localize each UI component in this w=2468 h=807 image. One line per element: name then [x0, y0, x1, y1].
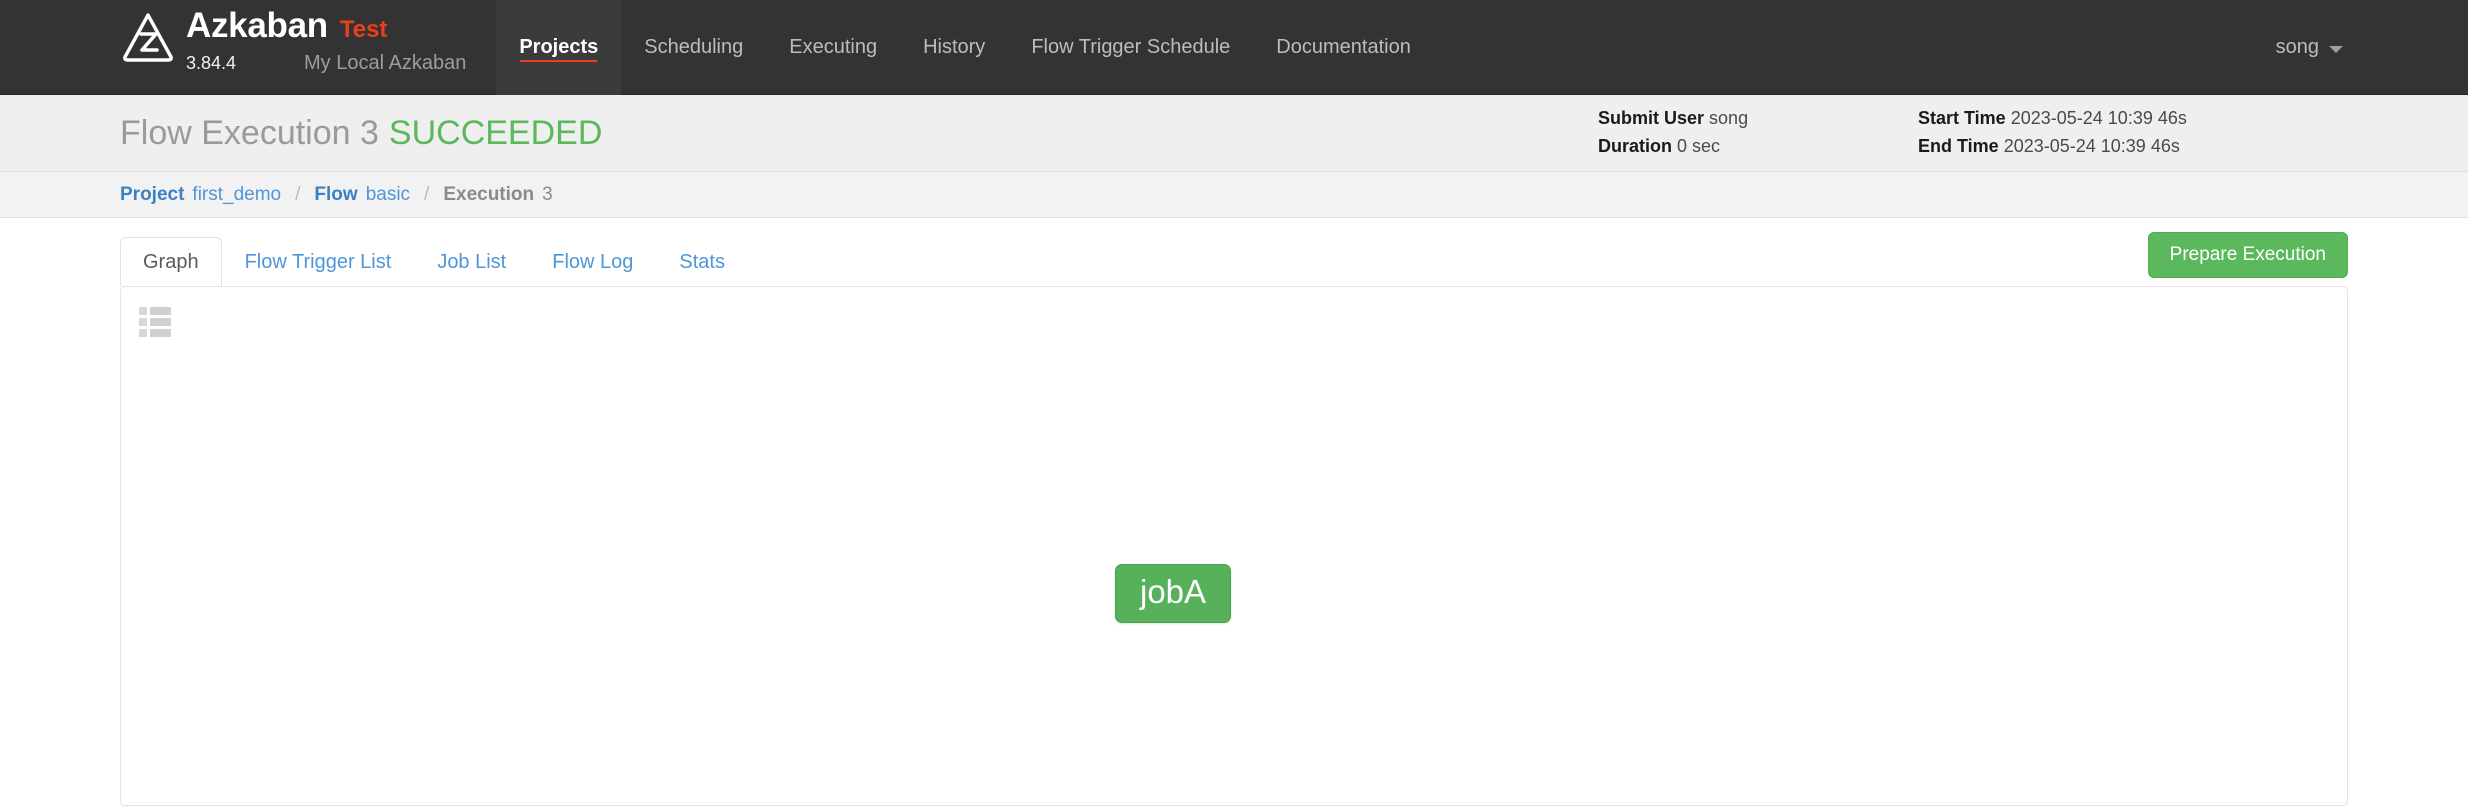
- list-menu-icon-square: [139, 318, 147, 326]
- meta-label: Start Time: [1918, 108, 2006, 129]
- meta-submit-user: Submit User song: [1598, 105, 1918, 133]
- meta-label: End Time: [1918, 136, 1999, 156]
- chevron-down-icon: [2329, 45, 2343, 53]
- breadcrumb-separator: /: [295, 183, 301, 205]
- status-badge: SUCCEEDED: [388, 113, 603, 152]
- nav-item-label: Flow Trigger Schedule: [1031, 36, 1231, 58]
- tab-label: Stats: [679, 251, 725, 273]
- navbar-right: song: [2276, 0, 2468, 95]
- graph-node-joba[interactable]: jobA: [1115, 564, 1232, 624]
- brand-version: 3.84.4: [186, 53, 237, 73]
- breadcrumb-value: first_demo: [192, 183, 282, 205]
- breadcrumb-value: 3: [542, 183, 553, 205]
- brand-environment: Test: [339, 16, 388, 43]
- breadcrumb-value: basic: [365, 183, 411, 205]
- list-menu-icon[interactable]: [139, 307, 171, 337]
- execution-header: Flow Execution 3 SUCCEEDED Submit User so…: [0, 95, 2468, 172]
- top-navbar: Azkaban Test 3.84.4 My Local Azkaban Pro…: [0, 0, 2468, 95]
- list-menu-icon-row: [139, 318, 171, 326]
- brand-subtitle: My Local Azkaban: [304, 52, 467, 74]
- nav-item-history[interactable]: History: [900, 0, 1008, 95]
- meta-end-time: End Time 2023-05-24 10:39 46s: [1918, 133, 2348, 161]
- tab-label: Graph: [143, 251, 199, 273]
- user-menu[interactable]: song: [2276, 36, 2343, 59]
- list-menu-icon-row: [139, 307, 171, 315]
- execution-meta: Submit User song Duration 0 sec Start Ti…: [1598, 105, 2348, 161]
- content-area: Graph Flow Trigger List Job List Flow Lo…: [0, 218, 2468, 806]
- list-menu-icon-square: [139, 307, 147, 315]
- meta-duration: Duration 0 sec: [1598, 133, 1918, 161]
- meta-value: song: [1709, 108, 1749, 129]
- meta-label: Duration: [1598, 136, 1672, 156]
- breadcrumb-label: Flow: [314, 183, 358, 205]
- breadcrumb: Project first_demo / Flow basic / Execut…: [0, 172, 2468, 218]
- nav-item-label: Executing: [789, 36, 878, 58]
- breadcrumb-label: Project: [120, 183, 185, 205]
- tab-label: Flow Log: [552, 251, 634, 273]
- nav-item-label: Scheduling: [644, 36, 744, 58]
- tab-label: Flow Trigger List: [244, 251, 392, 273]
- breadcrumb-item-project[interactable]: Project first_demo: [120, 184, 281, 206]
- breadcrumb-separator: /: [424, 183, 430, 205]
- meta-label: Submit User: [1598, 108, 1705, 129]
- breadcrumb-item-flow[interactable]: Flow basic: [314, 184, 410, 206]
- tab-bar: Graph Flow Trigger List Job List Flow Lo…: [120, 218, 2348, 287]
- meta-value: 2023-05-24 10:39 46s: [2003, 136, 2180, 156]
- meta-start-time: Start Time 2023-05-24 10:39 46s: [1918, 105, 2348, 133]
- list-menu-icon-bar: [149, 307, 171, 315]
- brand-block[interactable]: Azkaban Test 3.84.4 My Local Azkaban: [120, 0, 466, 95]
- meta-value: 2023-05-24 10:39 46s: [2010, 108, 2187, 129]
- breadcrumb-item-execution: Execution 3: [443, 184, 552, 206]
- list-menu-icon-square: [139, 329, 147, 337]
- tabs: Graph Flow Trigger List Job List Flow Lo…: [120, 236, 748, 287]
- nav-item-documentation[interactable]: Documentation: [1253, 0, 1434, 95]
- breadcrumb-label: Execution: [443, 183, 535, 205]
- list-menu-icon-bar: [149, 329, 171, 337]
- nav-item-scheduling[interactable]: Scheduling: [621, 0, 766, 95]
- tab-stats[interactable]: Stats: [656, 237, 748, 287]
- meta-value: 0 sec: [1677, 136, 1721, 156]
- nav-item-label: History: [923, 36, 986, 58]
- list-menu-icon-bar: [149, 318, 171, 326]
- meta-column-left: Submit User song Duration 0 sec: [1598, 105, 1918, 161]
- page-title: Flow Execution 3 SUCCEEDED: [120, 114, 602, 153]
- flow-graph-panel: jobA: [120, 286, 2348, 806]
- prepare-execution-button[interactable]: Prepare Execution: [2147, 232, 2348, 278]
- meta-column-right: Start Time 2023-05-24 10:39 46s End Time…: [1918, 105, 2348, 161]
- tab-job-list[interactable]: Job List: [414, 237, 529, 287]
- nav-links: Projects Scheduling Executing History Fl…: [496, 0, 1434, 95]
- tab-flow-trigger-list[interactable]: Flow Trigger List: [222, 237, 415, 287]
- nav-item-flow-trigger-schedule[interactable]: Flow Trigger Schedule: [1008, 0, 1253, 95]
- azkaban-logo-icon: [123, 13, 173, 62]
- nav-active-underline: [520, 60, 598, 62]
- tab-flow-log[interactable]: Flow Log: [529, 237, 656, 287]
- nav-item-label: Projects: [519, 36, 599, 58]
- brand-name: Azkaban: [186, 6, 328, 45]
- nav-item-label: Documentation: [1276, 36, 1411, 58]
- page-title-text: Flow Execution 3: [120, 113, 379, 152]
- nav-item-projects[interactable]: Projects: [496, 0, 622, 95]
- user-menu-label: song: [2275, 36, 2319, 58]
- tab-graph[interactable]: Graph: [120, 237, 222, 287]
- tab-label: Job List: [437, 251, 507, 273]
- list-menu-icon-row: [139, 329, 171, 337]
- nav-item-executing[interactable]: Executing: [766, 0, 900, 95]
